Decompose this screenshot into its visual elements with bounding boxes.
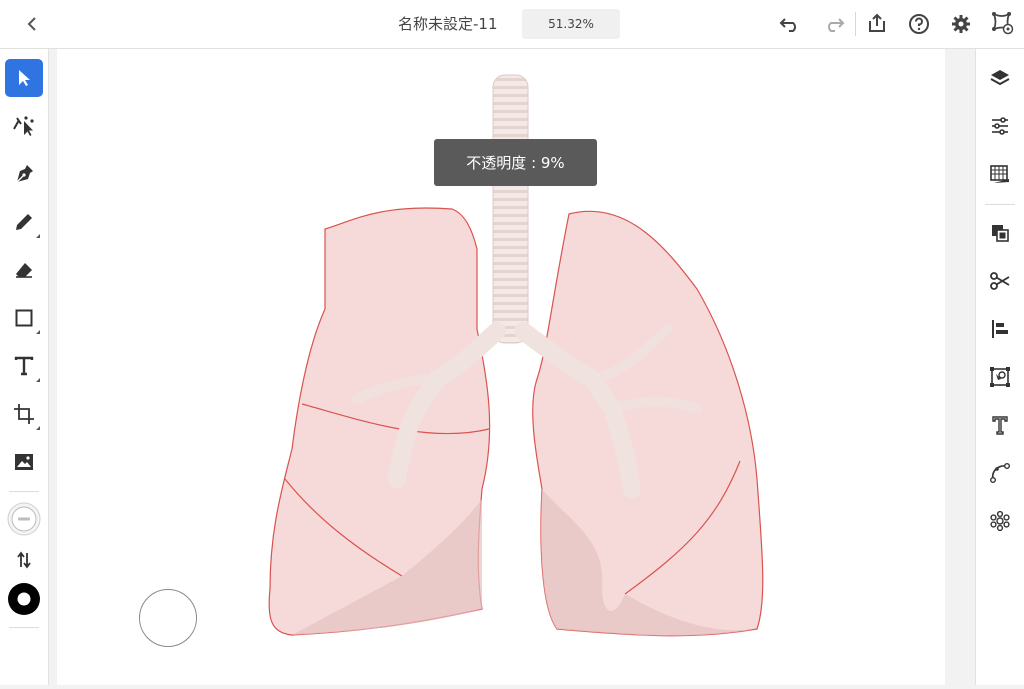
transform-icon[interactable] bbox=[981, 358, 1019, 396]
type-t-icon bbox=[14, 356, 34, 376]
type-panel-icon[interactable] bbox=[981, 406, 1019, 444]
submenu-indicator bbox=[36, 330, 40, 334]
trachea bbox=[492, 74, 529, 344]
back-chevron-icon[interactable] bbox=[18, 10, 46, 38]
image-tool[interactable] bbox=[5, 443, 43, 481]
fill-none-swatch-icon bbox=[7, 502, 41, 536]
toolbar-divider bbox=[9, 491, 39, 492]
share-icon[interactable] bbox=[863, 9, 891, 37]
pencil-icon bbox=[16, 214, 32, 230]
align-icon[interactable] bbox=[981, 310, 1019, 348]
image-icon bbox=[15, 454, 33, 470]
artboard-tool[interactable] bbox=[5, 395, 43, 433]
select-arrow-icon bbox=[19, 70, 30, 86]
submenu-indicator bbox=[36, 234, 40, 238]
repeat-icon[interactable] bbox=[981, 502, 1019, 540]
swap-fill-stroke[interactable] bbox=[5, 541, 43, 579]
stroke-black-swatch-icon bbox=[8, 583, 40, 615]
eraser-icon bbox=[16, 263, 32, 278]
rectangle-tool[interactable] bbox=[5, 299, 43, 337]
type-tool[interactable] bbox=[5, 347, 43, 385]
brush-size-indicator[interactable] bbox=[139, 589, 197, 647]
toolbar-divider bbox=[855, 12, 856, 36]
layers-icon[interactable] bbox=[981, 59, 1019, 97]
toolbar-divider bbox=[9, 627, 39, 628]
fill-stroke-swatch[interactable] bbox=[5, 500, 43, 538]
scissors-icon[interactable] bbox=[981, 262, 1019, 300]
settings-icon[interactable] bbox=[947, 10, 975, 38]
help-icon[interactable] bbox=[905, 10, 933, 38]
pencil-tool[interactable] bbox=[5, 203, 43, 241]
pen-nib-icon bbox=[16, 165, 33, 183]
opacity-tooltip: 不透明度 : 9% bbox=[434, 139, 597, 186]
rectangle-icon bbox=[15, 309, 33, 327]
toolbar-divider bbox=[985, 204, 1015, 205]
eraser-tool[interactable] bbox=[5, 251, 43, 289]
properties-icon[interactable] bbox=[981, 107, 1019, 145]
arrange-icon[interactable] bbox=[981, 214, 1019, 252]
document-title[interactable]: 名称未設定-11 bbox=[398, 14, 498, 34]
path-icon[interactable] bbox=[981, 454, 1019, 492]
direct-select-tool[interactable] bbox=[5, 107, 43, 145]
swatches-libraries-icon[interactable] bbox=[981, 155, 1019, 193]
pen-tool[interactable] bbox=[5, 155, 43, 193]
right-toolbar bbox=[975, 49, 1024, 685]
submenu-indicator bbox=[36, 426, 40, 430]
submenu-indicator bbox=[36, 378, 40, 382]
swap-arrows-icon bbox=[17, 551, 31, 569]
cloud-doc-status-icon[interactable] bbox=[988, 9, 1016, 37]
stroke-swatch[interactable] bbox=[5, 580, 43, 618]
left-toolbar bbox=[0, 49, 49, 685]
undo-icon[interactable] bbox=[776, 10, 804, 38]
select-tool[interactable] bbox=[5, 59, 43, 97]
redo-icon[interactable] bbox=[820, 10, 848, 38]
zoom-level[interactable]: 51.32% bbox=[522, 9, 620, 39]
top-bar: 名称未設定-11 51.32% bbox=[0, 0, 1024, 49]
artboard-icon bbox=[14, 404, 34, 424]
direct-select-icon bbox=[13, 116, 34, 136]
